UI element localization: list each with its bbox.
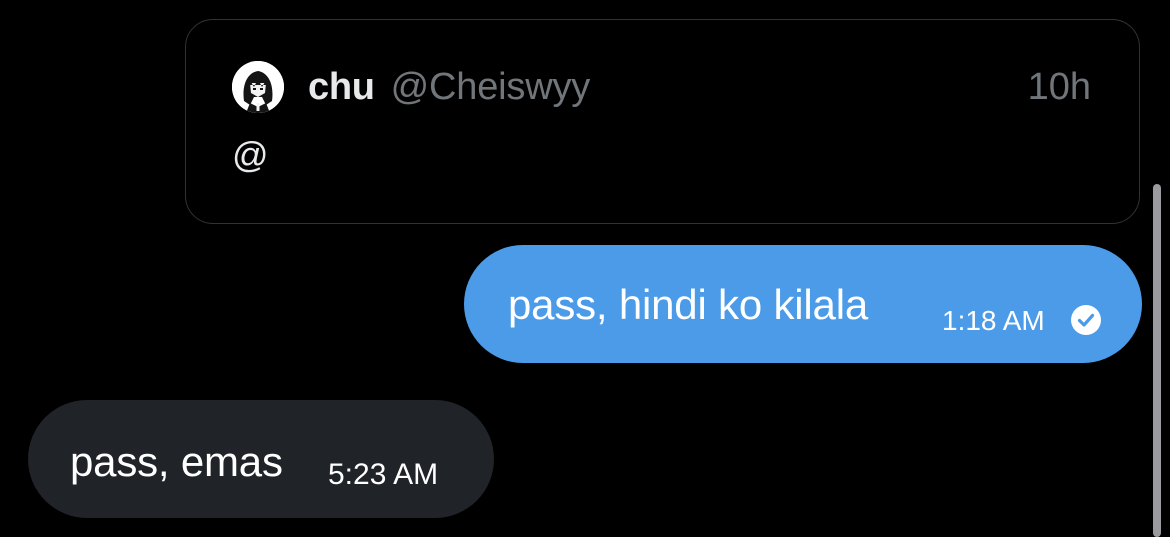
message-bubble-received[interactable]: pass, emas 5:23 AM (28, 400, 494, 518)
quoted-post-card[interactable]: chu @Cheiswyy 10h @ (185, 19, 1140, 224)
author-handle[interactable]: @Cheiswyy (391, 66, 591, 109)
author-name[interactable]: chu (308, 66, 375, 109)
quoted-post-text: @ (232, 134, 269, 175)
avatar[interactable] (232, 61, 284, 113)
message-time: 1:18 AM (942, 305, 1045, 336)
message-time: 5:23 AM (328, 458, 439, 491)
dm-conversation: chu @Cheiswyy 10h @ pass, hindi ko kilal… (0, 0, 1170, 537)
scrollbar[interactable] (1153, 184, 1161, 537)
quoted-post-header: chu @Cheiswyy 10h (232, 60, 1091, 114)
post-timestamp: 10h (1027, 65, 1091, 108)
message-text: pass, emas (70, 438, 283, 485)
anime-avatar-icon (232, 61, 284, 113)
message-bubble-sent[interactable]: pass, hindi ko kilala 1:18 AM (464, 245, 1142, 363)
read-check-icon (1071, 305, 1101, 335)
message-text: pass, hindi ko kilala (508, 281, 868, 328)
